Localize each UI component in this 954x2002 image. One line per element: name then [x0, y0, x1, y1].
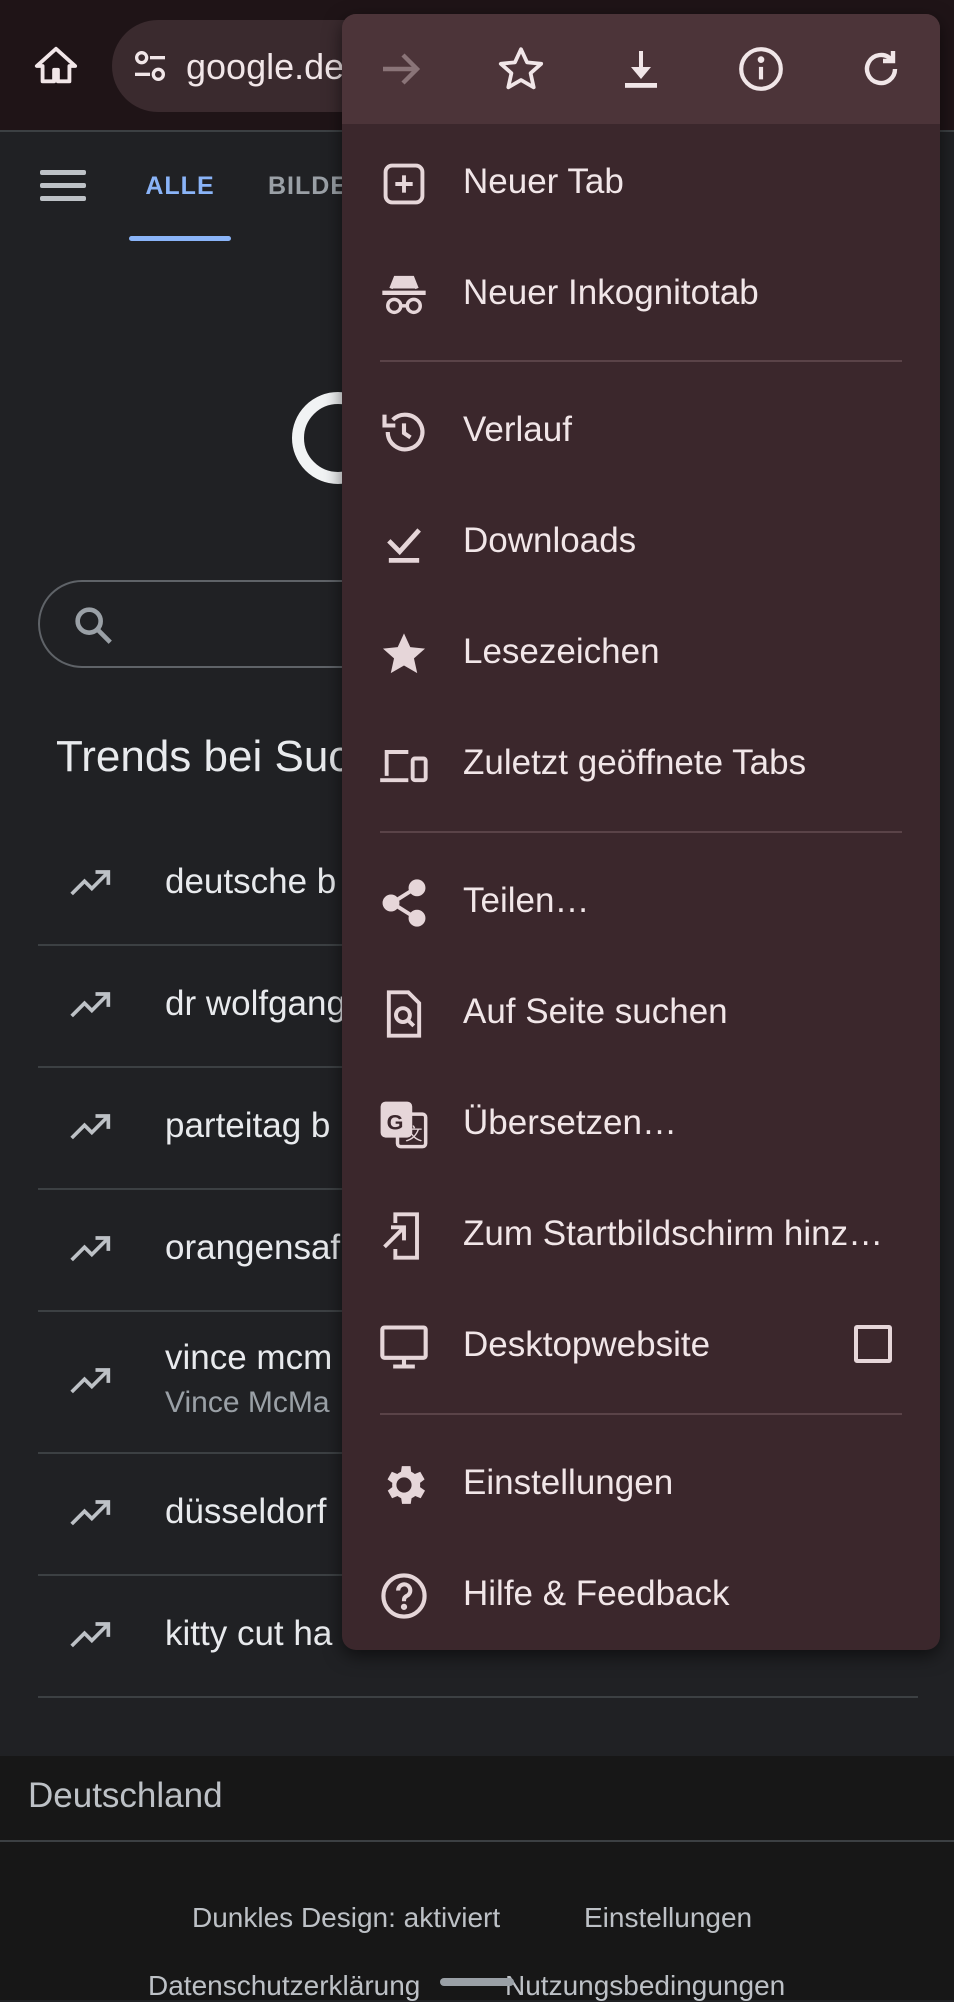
bookmarks-icon: [378, 628, 430, 680]
bookmark-star-icon[interactable]: [492, 40, 550, 98]
footer: Dunkles Design: aktiviert Einstellungen …: [0, 1842, 954, 2002]
trend-text: düsseldorf: [165, 1492, 327, 1531]
share-icon: [378, 877, 430, 929]
menu-item-label: Einstellungen: [463, 1463, 674, 1502]
trend-subtitle: Vince McMa: [165, 1386, 330, 1419]
menu-item-settings[interactable]: Einstellungen: [342, 1429, 940, 1539]
menu-item-new-tab[interactable]: Neuer Tab: [342, 128, 940, 238]
translate-icon: G文: [378, 1099, 430, 1151]
url-text[interactable]: google.de: [186, 46, 344, 88]
region-label: Deutschland: [28, 1776, 223, 1815]
terms-link[interactable]: Nutzungsbedingungen: [505, 1970, 785, 2002]
add-to-home-icon: [378, 1210, 430, 1262]
menu-toolbar: [342, 14, 940, 124]
menu-item-label: Verlauf: [463, 410, 572, 449]
trending-icon: [68, 868, 112, 898]
menu-item-label: Neuer Tab: [463, 162, 624, 201]
menu-divider: [380, 360, 902, 362]
desktop-site-checkbox[interactable]: [854, 1325, 892, 1363]
desktop-icon: [378, 1321, 430, 1373]
svg-text:文: 文: [405, 1124, 422, 1144]
help-icon: [378, 1570, 430, 1622]
forward-icon[interactable]: [372, 40, 430, 98]
trend-text: orangensaf: [165, 1228, 341, 1267]
trending-icon: [68, 1366, 112, 1396]
privacy-link[interactable]: Datenschutzerklärung: [148, 1970, 420, 2002]
menu-item-desktop-site[interactable]: Desktopwebsite: [342, 1291, 940, 1401]
menu-item-history[interactable]: Verlauf: [342, 376, 940, 486]
menu-item-find-in-page[interactable]: Auf Seite suchen: [342, 958, 940, 1068]
menu-item-label: Auf Seite suchen: [463, 992, 728, 1031]
find-in-page-icon: [378, 988, 430, 1040]
gesture-bar[interactable]: [440, 1978, 514, 1986]
menu-item-label: Hilfe & Feedback: [463, 1574, 730, 1613]
menu-divider: [380, 1413, 902, 1415]
svg-text:G: G: [387, 1109, 404, 1134]
menu-item-help-feedback[interactable]: Hilfe & Feedback: [342, 1540, 940, 1650]
trending-icon: [68, 1620, 112, 1650]
menu-item-label: Desktopwebsite: [463, 1325, 711, 1364]
download-icon[interactable]: [612, 40, 670, 98]
info-icon[interactable]: [732, 40, 790, 98]
menu-item-label: Übersetzen…: [463, 1103, 677, 1142]
menu-item-new-incognito-tab[interactable]: Neuer Inkognitotab: [342, 239, 940, 349]
history-icon: [378, 406, 430, 458]
downloads-icon: [378, 517, 430, 569]
menu-item-label: Lesezeichen: [463, 632, 660, 671]
menu-item-add-to-home[interactable]: Zum Startbildschirm hinz…: [342, 1180, 940, 1290]
tab-active-indicator: [129, 236, 231, 241]
menu-item-label: Teilen…: [463, 881, 590, 920]
menu-item-label: Downloads: [463, 521, 637, 560]
menu-item-downloads[interactable]: Downloads: [342, 487, 940, 597]
settings-icon: [378, 1459, 430, 1511]
trending-icon: [68, 1234, 112, 1264]
menu-item-translate[interactable]: G文 Übersetzen…: [342, 1069, 940, 1179]
menu-hamburger-icon[interactable]: [40, 170, 86, 204]
menu-item-share[interactable]: Teilen…: [342, 847, 940, 957]
trends-heading: Trends bei Suc: [56, 732, 351, 781]
trend-text: parteitag b: [165, 1106, 331, 1145]
trend-text: deutsche b: [165, 862, 337, 901]
trending-icon: [68, 1112, 112, 1142]
home-icon[interactable]: [26, 36, 86, 96]
trend-text: vince mcm: [165, 1338, 333, 1377]
trending-icon: [68, 990, 112, 1020]
recent-tabs-icon: [378, 739, 430, 791]
search-icon: [70, 602, 116, 648]
incognito-icon: [378, 269, 430, 321]
settings-link[interactable]: Einstellungen: [584, 1902, 752, 1934]
region-bar: Deutschland: [0, 1756, 954, 1842]
menu-item-label: Zum Startbildschirm hinz…: [463, 1214, 884, 1253]
trend-text: kitty cut ha: [165, 1614, 333, 1653]
menu-item-recent-tabs[interactable]: Zuletzt geöffnete Tabs: [342, 709, 940, 819]
menu-item-label: Neuer Inkognitotab: [463, 273, 759, 312]
site-settings-icon[interactable]: [130, 46, 170, 86]
browser-overflow-menu: Neuer Tab Neuer Inkognitotab Verlauf Dow…: [342, 14, 940, 1650]
trending-icon: [68, 1498, 112, 1528]
menu-item-bookmarks[interactable]: Lesezeichen: [342, 598, 940, 708]
menu-divider: [380, 831, 902, 833]
reload-icon[interactable]: [852, 40, 910, 98]
dark-mode-link[interactable]: Dunkles Design: aktiviert: [192, 1902, 500, 1934]
new-tab-icon: [378, 158, 430, 210]
tab-all[interactable]: ALLE: [130, 172, 230, 201]
menu-item-label: Zuletzt geöffnete Tabs: [463, 743, 807, 782]
trend-text: dr wolfgang: [165, 984, 346, 1023]
tab-images[interactable]: BILDE: [268, 172, 348, 201]
